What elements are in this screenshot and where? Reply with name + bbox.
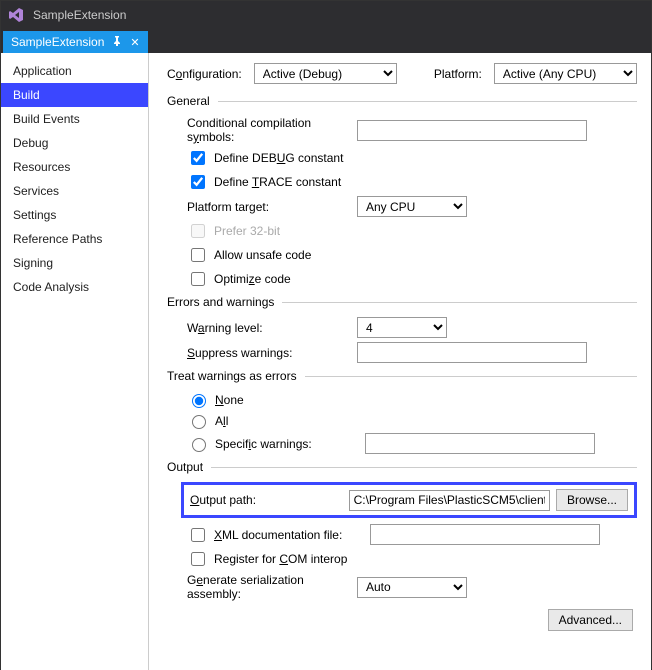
sidebar-item-reference-paths[interactable]: Reference Paths — [1, 227, 148, 251]
output-path-label: Output path: — [190, 493, 349, 507]
sidebar-item-build-events[interactable]: Build Events — [1, 107, 148, 131]
document-tab-strip: SampleExtension ✕ — [1, 29, 651, 53]
tab-label: SampleExtension — [11, 35, 104, 49]
treat-none-label: None — [215, 393, 244, 407]
window-title: SampleExtension — [33, 8, 126, 22]
platform-select[interactable]: Active (Any CPU) — [494, 63, 637, 84]
platform-target-label: Platform target: — [187, 200, 357, 214]
title-bar: SampleExtension — [1, 1, 651, 29]
warning-level-select[interactable]: 4 — [357, 317, 447, 338]
treat-specific-label: Specific warnings: — [215, 437, 359, 451]
section-general: General — [167, 94, 637, 108]
com-interop-label: Register for COM interop — [214, 552, 347, 566]
treat-all-label: All — [215, 414, 228, 428]
cond-symbols-label: Conditional compilation symbols: — [187, 116, 357, 144]
suppress-warnings-input[interactable] — [357, 342, 587, 363]
section-output: Output — [167, 460, 637, 474]
sidebar-item-build[interactable]: Build — [1, 83, 148, 107]
cond-symbols-input[interactable] — [357, 120, 587, 141]
gen-serialization-select[interactable]: Auto — [357, 577, 467, 598]
section-errors: Errors and warnings — [167, 295, 637, 309]
document-tab[interactable]: SampleExtension ✕ — [3, 31, 148, 53]
project-properties-sidebar: Application Build Build Events Debug Res… — [1, 53, 149, 670]
platform-label: Platform: — [434, 67, 482, 81]
define-debug-checkbox[interactable] — [191, 151, 205, 165]
treat-specific-radio[interactable] — [192, 438, 206, 452]
sidebar-item-application[interactable]: Application — [1, 59, 148, 83]
configuration-select[interactable]: Active (Debug) — [254, 63, 397, 84]
close-icon[interactable]: ✕ — [130, 36, 139, 49]
gen-serialization-label: Generate serialization assembly: — [187, 573, 357, 601]
prefer-32bit-checkbox — [191, 224, 205, 238]
optimize-checkbox[interactable] — [191, 272, 205, 286]
advanced-button[interactable]: Advanced... — [548, 609, 633, 631]
warning-level-label: Warning level: — [187, 321, 357, 335]
suppress-warnings-label: Suppress warnings: — [187, 346, 357, 360]
sidebar-item-debug[interactable]: Debug — [1, 131, 148, 155]
define-debug-label: Define DEBUG constant — [214, 151, 343, 165]
browse-button[interactable]: Browse... — [556, 489, 628, 511]
xml-doc-label: XML documentation file: — [214, 528, 364, 542]
output-path-input[interactable] — [349, 490, 550, 511]
platform-target-select[interactable]: Any CPU — [357, 196, 467, 217]
output-path-highlight: Output path: Browse... — [181, 482, 637, 518]
define-trace-label: Define TRACE constant — [214, 175, 341, 189]
vs-logo-icon — [7, 6, 25, 24]
define-trace-checkbox[interactable] — [191, 175, 205, 189]
sidebar-item-settings[interactable]: Settings — [1, 203, 148, 227]
section-treat-warnings: Treat warnings as errors — [167, 369, 637, 383]
pin-icon[interactable] — [112, 36, 122, 49]
xml-doc-input[interactable] — [370, 524, 600, 545]
build-settings-panel: Configuration: Active (Debug) Platform: … — [149, 53, 651, 670]
sidebar-item-services[interactable]: Services — [1, 179, 148, 203]
optimize-label: Optimize code — [214, 272, 291, 286]
xml-doc-checkbox[interactable] — [191, 528, 205, 542]
sidebar-item-signing[interactable]: Signing — [1, 251, 148, 275]
treat-all-radio[interactable] — [192, 415, 206, 429]
treat-specific-input[interactable] — [365, 433, 595, 454]
configuration-label: Configuration: — [167, 67, 242, 81]
allow-unsafe-checkbox[interactable] — [191, 248, 205, 262]
prefer-32bit-label: Prefer 32-bit — [214, 224, 280, 238]
sidebar-item-resources[interactable]: Resources — [1, 155, 148, 179]
sidebar-item-code-analysis[interactable]: Code Analysis — [1, 275, 148, 299]
allow-unsafe-label: Allow unsafe code — [214, 248, 311, 262]
com-interop-checkbox[interactable] — [191, 552, 205, 566]
treat-none-radio[interactable] — [192, 394, 206, 408]
